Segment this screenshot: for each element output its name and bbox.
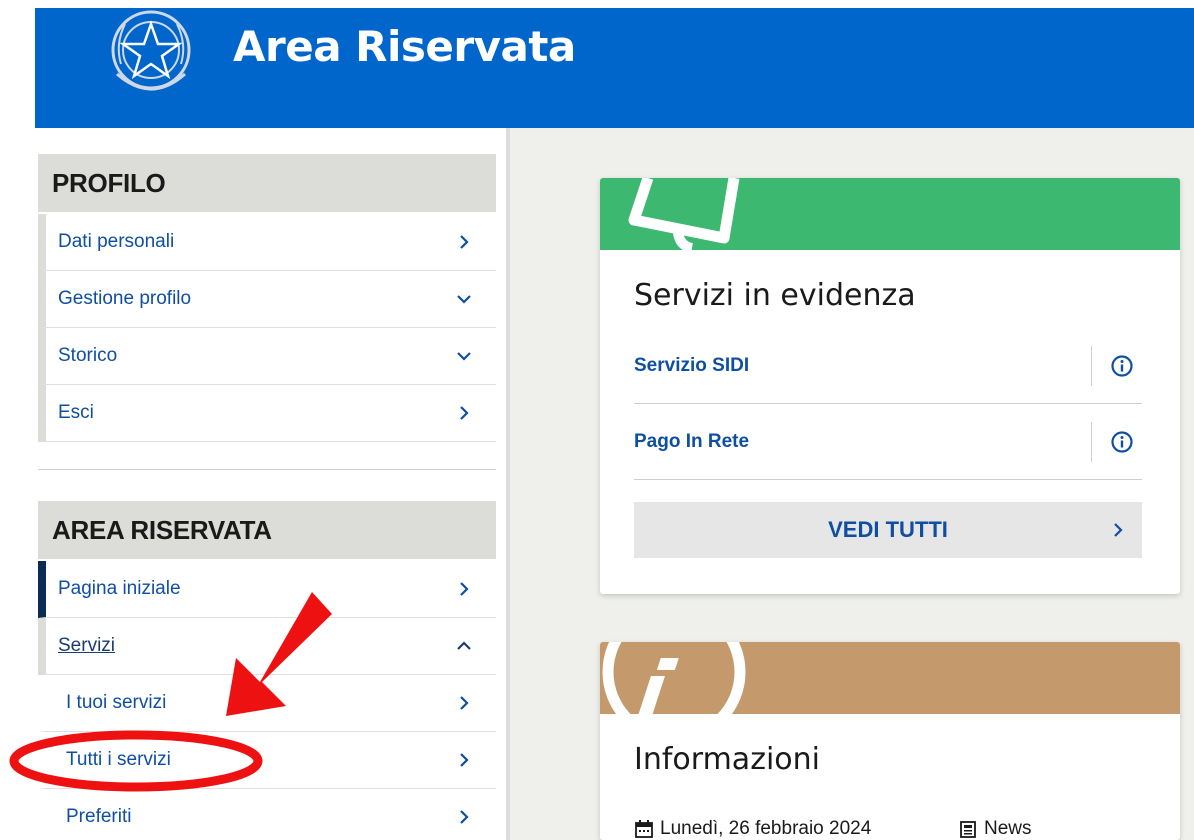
sidebar-subitem-preferiti[interactable]: Preferiti	[38, 789, 496, 840]
sidebar-item-label: Esci	[58, 402, 94, 423]
sidebar-item-label: Dati personali	[58, 231, 175, 252]
news-date: Lunedì, 26 febbraio 2024	[634, 818, 871, 840]
service-row-sidi[interactable]: Servizio SIDI	[634, 328, 1142, 404]
italian-republic-emblem-icon	[111, 10, 191, 91]
date-label: Lunedì, 26 febbraio 2024	[660, 818, 872, 839]
sidebar-item-label: Preferiti	[66, 806, 132, 827]
news-category: News	[958, 818, 1032, 840]
divider	[1091, 346, 1092, 386]
chevron-right-icon	[1112, 502, 1124, 558]
card-title: Informazioni	[634, 742, 820, 777]
chevron-right-icon	[454, 214, 474, 270]
section-divider	[38, 469, 496, 470]
sidebar-item-dati-personali[interactable]: Dati personali	[38, 214, 496, 271]
chevron-right-icon	[454, 732, 474, 788]
sidebar-item-label: Pagina iniziale	[58, 578, 181, 599]
chevron-right-icon	[454, 675, 474, 731]
sidebar-item-storico[interactable]: Storico	[38, 328, 496, 385]
sidebar-item-servizi[interactable]: Servizi	[38, 618, 496, 675]
card-title: Servizi in evidenza	[634, 278, 916, 313]
featured-services-card: Servizi in evidenza Servizio SIDI Pago I…	[600, 178, 1180, 594]
sidebar-item-label: Tutti i servizi	[66, 749, 171, 770]
info-icon[interactable]	[1110, 430, 1134, 454]
divider	[1091, 422, 1092, 462]
category-label: News	[984, 818, 1032, 839]
service-row-pago-in-rete[interactable]: Pago In Rete	[634, 404, 1142, 480]
chevron-right-icon	[454, 385, 474, 441]
header-title: Area Riservata	[233, 22, 576, 71]
info-icon[interactable]	[1110, 354, 1134, 378]
sidebar-item-label: Gestione profilo	[58, 288, 192, 309]
bell-icon	[628, 178, 740, 250]
sidebar-item-pagina-iniziale[interactable]: Pagina iniziale	[38, 561, 496, 618]
profile-section-title: PROFILO	[38, 154, 496, 212]
card-banner	[600, 642, 1180, 714]
info-circle-icon	[602, 642, 746, 714]
info-card: Informazioni	[600, 642, 1180, 840]
calendar-icon	[635, 820, 653, 838]
sidebar-subitem-i-tuoi-servizi[interactable]: I tuoi servizi	[38, 675, 496, 732]
chevron-right-icon	[454, 561, 474, 617]
chevron-down-icon	[454, 271, 474, 327]
sidebar-item-label: Servizi	[58, 635, 116, 656]
sidebar-subitem-tutti-i-servizi[interactable]: Tutti i servizi	[38, 732, 496, 789]
vedi-tutti-button[interactable]: VEDI TUTTI	[634, 502, 1142, 558]
chevron-down-icon	[454, 328, 474, 384]
button-label: VEDI TUTTI	[828, 517, 948, 542]
newspaper-icon	[960, 821, 976, 838]
card-banner	[600, 178, 1180, 250]
sidebar-item-label: Storico	[58, 345, 118, 366]
area-section-title: AREA RISERVATA	[38, 501, 496, 559]
service-link[interactable]: Pago In Rete	[634, 404, 749, 480]
chevron-up-icon	[454, 618, 474, 674]
service-link[interactable]: Servizio SIDI	[634, 328, 749, 404]
chevron-right-icon	[454, 789, 474, 840]
sidebar-item-gestione-profilo[interactable]: Gestione profilo	[38, 271, 496, 328]
site-header: Area Riservata	[35, 8, 1194, 128]
sidebar-item-esci[interactable]: Esci	[38, 385, 496, 442]
sidebar-item-label: I tuoi servizi	[66, 692, 167, 713]
